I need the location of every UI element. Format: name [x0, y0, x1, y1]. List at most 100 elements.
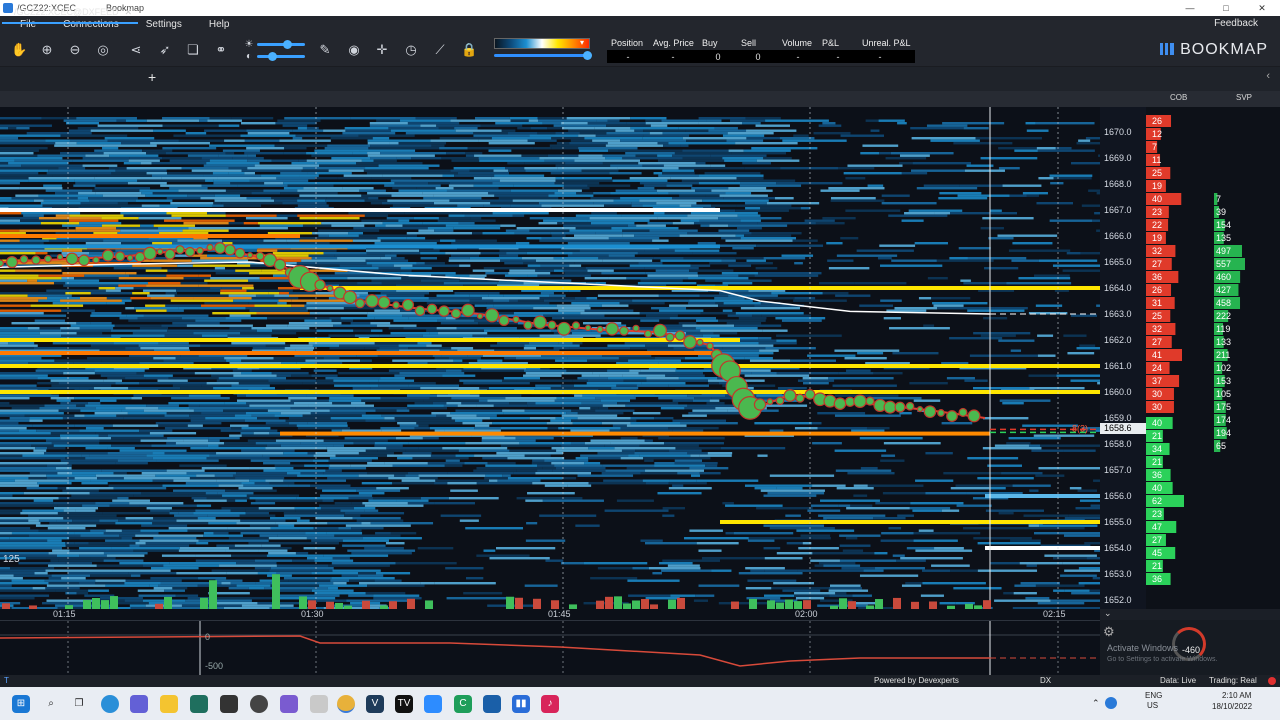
heatmap-cell — [594, 127, 631, 130]
heatmap-cell — [79, 387, 94, 390]
heatmap-cell — [55, 467, 72, 470]
heatmap-dropdown-icon[interactable]: ▾ — [580, 38, 584, 47]
heatmap-cell — [937, 307, 995, 310]
chat-icon[interactable]: ◉ — [346, 42, 362, 58]
hand-icon[interactable]: ✋ — [11, 42, 27, 58]
layers-icon[interactable]: ❏ — [185, 42, 201, 58]
vscode-icon[interactable] — [483, 695, 501, 713]
brightness-slider-knob[interactable] — [283, 40, 292, 49]
tab-instrument[interactable]: /GCZ22:XCEC@DXFEED ✕ — [2, 3, 138, 24]
app2-icon[interactable] — [220, 695, 238, 713]
crosshair-icon[interactable]: ✛ — [374, 42, 390, 58]
contrast-slider-knob[interactable] — [268, 52, 277, 61]
heatmap-cell — [268, 379, 317, 382]
bars-icon[interactable]: ▮▮ — [512, 695, 530, 713]
clock-time[interactable]: 2:10 AM — [1222, 691, 1251, 700]
chart-icon[interactable]: ⟋ — [432, 42, 448, 58]
heatmap-cell — [0, 124, 52, 127]
taskview-icon[interactable]: ❐ — [70, 695, 88, 713]
tray-chevron-icon[interactable]: ⌃ — [1092, 698, 1100, 709]
heatmap-chart[interactable]: 8(3) 125 — [0, 107, 1100, 609]
cob-bid-size: 40 — [1152, 418, 1162, 428]
app1-icon[interactable] — [190, 695, 208, 713]
heatmap-cell — [201, 184, 238, 187]
zoom-in-icon[interactable]: ⊕ — [39, 42, 55, 58]
excel-icon[interactable]: C — [454, 695, 472, 713]
heatmap-cell — [0, 567, 10, 570]
heatmap-cell — [466, 577, 484, 580]
heatmap-cell — [254, 304, 292, 307]
link-icon[interactable]: ⚭ — [213, 42, 229, 58]
tray-app-icon[interactable] — [1105, 697, 1117, 709]
heatmap-cell — [832, 384, 897, 387]
heatmap-cell — [124, 599, 143, 602]
heatmap-cell — [32, 587, 46, 590]
contrast-slider[interactable] — [257, 55, 305, 58]
clock-date[interactable]: 18/10/2022 — [1212, 702, 1252, 711]
timer-icon[interactable]: ◷ — [403, 42, 419, 58]
share-icon[interactable]: ⋖ — [128, 42, 144, 58]
start-icon[interactable]: ⊞ — [12, 695, 30, 713]
heatmap-range-slider[interactable] — [494, 54, 590, 57]
heatmap-cell — [275, 439, 324, 442]
heatmap-cell — [37, 377, 89, 380]
app3-icon[interactable] — [250, 695, 268, 713]
rocket-icon[interactable]: ➶ — [157, 42, 173, 58]
app4-icon[interactable] — [280, 695, 298, 713]
heatmap-cell — [176, 572, 227, 575]
heatmap-cell — [735, 234, 745, 237]
brightness-slider[interactable] — [257, 43, 305, 46]
collapse-chevron-icon[interactable]: ‹ — [1266, 70, 1270, 82]
feedback-link[interactable]: Feedback — [1214, 18, 1258, 29]
heatmap-cell — [621, 449, 636, 452]
edge-icon[interactable] — [101, 695, 119, 713]
tab-close-icon[interactable]: ✕ — [124, 3, 132, 22]
venv-icon[interactable]: V — [366, 695, 384, 713]
cvd-indicator-panel[interactable]: 0 -500 — [0, 620, 1100, 676]
heatmap-cell — [0, 249, 63, 252]
lang-label[interactable]: ENG — [1145, 691, 1162, 700]
zoom-out-icon[interactable]: ⊖ — [67, 42, 83, 58]
heatmap-cell — [33, 449, 47, 452]
heatmap-cell — [261, 269, 288, 272]
files-icon[interactable] — [160, 695, 178, 713]
minimize-button[interactable]: — — [1172, 0, 1208, 16]
tiktok-icon[interactable]: ♪ — [541, 695, 559, 713]
volume-bar — [677, 597, 685, 609]
zoom-fit-icon[interactable]: ◎ — [95, 42, 111, 58]
add-tab-button[interactable]: + — [148, 69, 156, 85]
app5-icon[interactable] — [310, 695, 328, 713]
heatmap-cell — [366, 252, 391, 255]
heatmap-cell — [225, 152, 235, 155]
heatmap-cell — [95, 474, 156, 477]
chrome-icon[interactable] — [337, 695, 355, 713]
pen-icon[interactable]: ✎ — [317, 42, 333, 58]
heatmap-cell — [240, 134, 296, 137]
zoom-icon[interactable] — [424, 695, 442, 713]
heatmap-cell — [245, 512, 269, 515]
heatmap-cell — [229, 327, 252, 330]
heatmap-cell — [187, 529, 255, 532]
heatmap-cell — [369, 122, 408, 125]
heatmap-cell — [21, 212, 81, 215]
heatmap-cell — [544, 159, 575, 162]
heatmap-cell — [350, 464, 393, 467]
maximize-button[interactable]: □ — [1208, 0, 1244, 16]
lock-icon[interactable]: 🔒 — [461, 42, 477, 58]
menu-help[interactable]: Help — [209, 19, 230, 30]
heatmap-cell — [200, 197, 247, 200]
heatmap-svg[interactable]: 8(3) — [0, 107, 1100, 609]
search-icon[interactable]: ⌕ — [42, 695, 60, 713]
menu-settings[interactable]: Settings — [146, 19, 182, 30]
gear-icon[interactable]: ⚙ — [1103, 624, 1115, 640]
chevron-down-icon[interactable]: ⌄ — [1104, 608, 1112, 619]
heatmap-color-scale[interactable] — [494, 38, 590, 49]
price-axis[interactable]: 1670.0 1669.0 1668.0 1667.0 1666.0 1665.0 1664… — [1100, 107, 1146, 609]
logo-icon — [1160, 43, 1175, 55]
close-button[interactable]: ✕ — [1244, 0, 1280, 16]
heatmap-range-knob[interactable] — [583, 51, 592, 60]
teams-icon[interactable] — [130, 695, 148, 713]
svp-value: 194 — [1216, 428, 1231, 438]
tradingview-icon[interactable]: TV — [395, 695, 413, 713]
region-label[interactable]: US — [1147, 701, 1158, 710]
